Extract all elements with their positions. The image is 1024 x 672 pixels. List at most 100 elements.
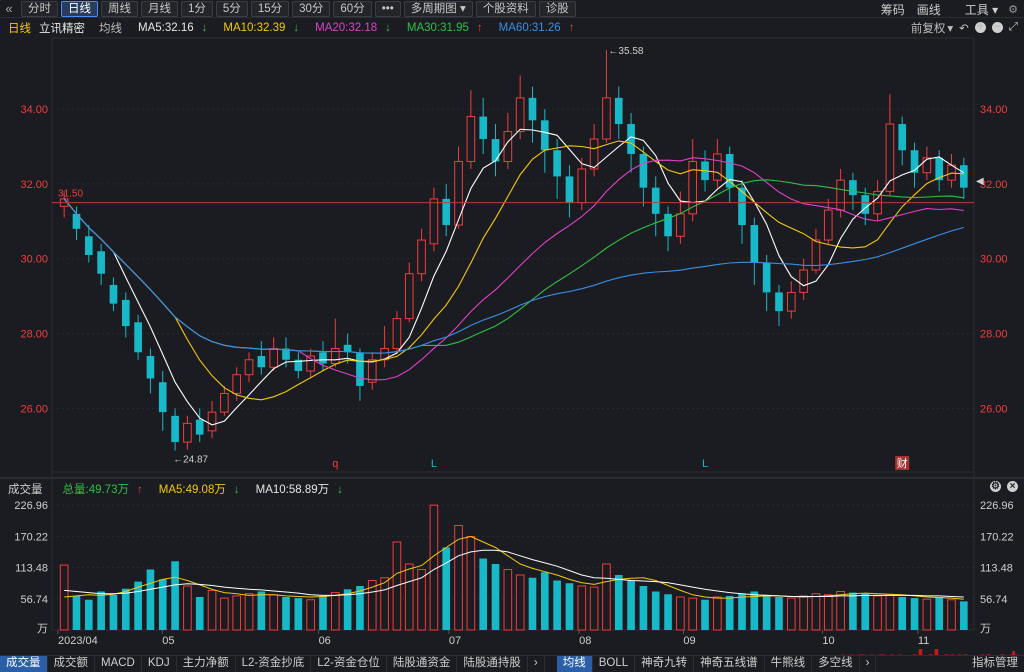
undo-icon[interactable]: ↶	[959, 21, 969, 35]
more-periods-button[interactable]: •••	[374, 0, 401, 17]
caret-down-icon: ▾	[460, 2, 466, 15]
candle-body-down	[84, 236, 93, 255]
volume-bar-down	[910, 598, 919, 630]
date-label: 2023/04	[58, 635, 98, 647]
volume-title: 成交量	[8, 483, 43, 496]
tab-bull-bear[interactable]: 牛熊线	[765, 656, 813, 672]
date-axis: 2023/04 05 06 07 08 09 10 11	[57, 630, 929, 647]
zoom-out-icon[interactable]: −	[991, 21, 1003, 33]
candle-body-down	[195, 419, 204, 435]
zoom-in-icon[interactable]: +	[974, 21, 986, 33]
candle-body-up	[269, 348, 278, 368]
candle-body-down	[356, 352, 364, 386]
ma30-value: MA30:31.95 ↑	[406, 21, 483, 34]
date-label: 05	[162, 635, 174, 647]
volume-bar-up	[836, 591, 845, 631]
volume-bar-up	[429, 504, 439, 631]
volume-bar-up	[873, 595, 882, 631]
indicator-management-button[interactable]: 指标管理	[966, 656, 1024, 672]
volume-bar-up	[786, 597, 796, 631]
draw-line-button[interactable]: 画线	[917, 1, 941, 18]
candle-body-up	[602, 97, 611, 140]
volume-bar-up	[232, 595, 242, 631]
expand-icon[interactable]: ⤢	[1009, 21, 1018, 34]
volume-tick-left: 170.22	[14, 531, 48, 543]
volume-ma5-line	[64, 535, 964, 600]
volume-bar-up	[922, 598, 932, 631]
volume-bar-down	[540, 572, 549, 630]
candle-body-down	[910, 150, 919, 173]
gear-icon[interactable]: ⚙	[1008, 3, 1018, 16]
indicator-name[interactable]: 均线	[99, 20, 122, 36]
tab-volume[interactable]: 成交量	[0, 656, 48, 672]
price-tick-left: 28.00	[20, 329, 48, 341]
adjust-dropdown[interactable]: 前复权	[911, 20, 946, 36]
volume-bar-up	[330, 592, 340, 631]
period-tab-monthly[interactable]: 月线	[141, 0, 178, 17]
tabs-next-icon[interactable]: ›	[528, 656, 545, 672]
stock-info-button[interactable]: 个股资料	[475, 0, 536, 17]
tab-magic-five[interactable]: 神奇五线谱	[694, 656, 765, 672]
volume-tick-right: 113.48	[980, 563, 1013, 575]
tab-l2-bottom[interactable]: L2-资金抄底	[236, 656, 312, 672]
candle-body-up	[823, 209, 833, 241]
ma60-line	[63, 198, 964, 354]
candle-body-up	[799, 269, 808, 293]
chips-button[interactable]: 筹码	[881, 1, 905, 18]
candle-body-up	[873, 190, 882, 215]
tab-hk-connect-funds[interactable]: 陆股通资金	[387, 656, 458, 672]
volume-bar-down	[479, 558, 488, 630]
volume-bar-down	[750, 591, 759, 630]
volume-settings-icon[interactable]: ⚙	[990, 481, 1001, 492]
volume-bar-up	[367, 580, 377, 631]
period-tab-15min[interactable]: 15分	[250, 0, 290, 17]
volume-bar-down	[195, 597, 204, 630]
candle-body-down	[639, 153, 648, 188]
candle-body-up	[454, 160, 463, 226]
volume-bar-down	[553, 580, 561, 630]
candle-body-down	[762, 262, 771, 293]
candle-body-up	[244, 359, 254, 376]
tab-l2-position[interactable]: L2-资金仓位	[311, 656, 387, 672]
tab-kdj[interactable]: KDJ	[142, 656, 177, 672]
tab-magic-nine[interactable]: 神奇九转	[635, 656, 695, 672]
candle-body-up	[367, 359, 377, 383]
price-tick-right: 26.00	[980, 403, 1008, 415]
candle-body-down	[134, 322, 142, 353]
volume-bar-up	[885, 594, 895, 631]
candle-body-up	[786, 291, 796, 312]
tab-hk-connect-holdings[interactable]: 陆股通持股	[457, 656, 528, 672]
ma20-value: MA20:32.18 ↓	[315, 21, 391, 34]
volume-bar-up	[380, 577, 389, 631]
period-tab-daily[interactable]: 日线	[61, 0, 98, 17]
tools-button[interactable]: 工具 ▾	[953, 1, 998, 18]
candle-body-down	[540, 120, 549, 151]
ma10-value: MA10:32.39 ↓	[223, 21, 300, 34]
event-marker: L	[431, 458, 437, 470]
period-tab-30min[interactable]: 30分	[292, 0, 331, 17]
adjust-caret-icon[interactable]: ▾	[947, 21, 953, 35]
tab-main-net[interactable]: 主力净额	[177, 656, 236, 672]
volume-bar-up	[207, 589, 217, 631]
tab-ma-indicator[interactable]: 均线	[556, 656, 593, 672]
period-tab-weekly[interactable]: 周线	[101, 0, 138, 17]
volume-bar-down	[738, 593, 746, 630]
period-tab-5min[interactable]: 5分	[215, 0, 248, 17]
candle-body-down	[701, 161, 709, 181]
period-tab-60min[interactable]: 60分	[333, 0, 372, 17]
back-chevron-icon[interactable]: «	[0, 1, 18, 16]
tab-long-short[interactable]: 多空线	[812, 656, 860, 672]
multi-period-dropdown[interactable]: 多周期图 ▾	[403, 0, 473, 17]
volume-bar-down	[898, 597, 907, 630]
volume-close-icon[interactable]: ×	[1007, 481, 1018, 492]
tab-macd[interactable]: MACD	[95, 656, 142, 672]
diagnose-button[interactable]: 诊股	[538, 0, 576, 17]
period-tab-intraday[interactable]: 分时	[21, 0, 58, 17]
period-tab-1min[interactable]: 1分	[181, 0, 213, 17]
candle-body-up	[380, 348, 389, 361]
candle-body-down	[935, 157, 944, 181]
indicators-next-icon[interactable]: ›	[860, 656, 877, 672]
candlestick-series	[59, 49, 968, 451]
tab-boll[interactable]: BOLL	[593, 656, 636, 672]
tab-turnover[interactable]: 成交额	[48, 656, 95, 672]
